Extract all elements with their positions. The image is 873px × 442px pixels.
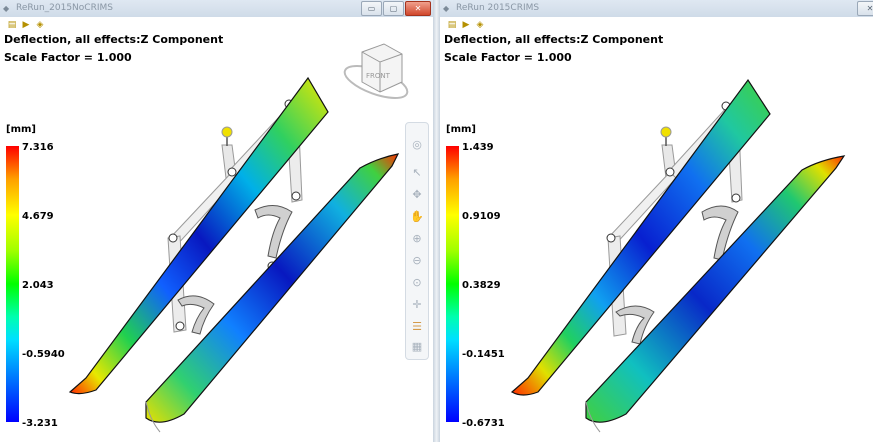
right-legend-q1: -0.1451 bbox=[462, 349, 505, 360]
load-pin-icon bbox=[221, 126, 233, 146]
left-legend-unit: [mm] bbox=[6, 124, 36, 135]
load-pin-icon bbox=[660, 126, 672, 146]
steering-wheel-icon[interactable]: ◎ bbox=[409, 137, 425, 153]
right-viewport-window[interactable]: ◆ ReRun 2015CRIMS ✕ ▤ ▶ ◈ Deflection, al… bbox=[440, 0, 873, 442]
view-manager-icon[interactable]: ▦ bbox=[409, 339, 425, 355]
left-viewport-window[interactable]: ◆ ReRun_2015NoCRIMS ▭ ▢ ✕ ▤ ▶ ◈ Deflecti… bbox=[0, 0, 433, 442]
right-legend-max: 1.439 bbox=[462, 142, 494, 153]
right-model-view[interactable] bbox=[440, 0, 873, 442]
view-cube-label: FRONT bbox=[366, 72, 391, 80]
pan-hand-icon[interactable]: ✋ bbox=[409, 209, 425, 225]
right-legend-unit: [mm] bbox=[446, 124, 476, 135]
look-at-icon[interactable]: ✛ bbox=[409, 297, 425, 313]
navigation-bar[interactable]: ◎ ↖ ✥ ✋ ⊕ ⊖ ⊙ ✛ ☰ ▦ bbox=[405, 122, 429, 360]
left-legend-max: 7.316 bbox=[22, 142, 54, 153]
zoom-icon[interactable]: ⊖ bbox=[409, 253, 425, 269]
left-legend-q1: -0.5940 bbox=[22, 349, 65, 360]
section-icon[interactable]: ☰ bbox=[409, 319, 425, 335]
zoom-all-icon[interactable]: ⊙ bbox=[409, 275, 425, 291]
right-legend-min: -0.6731 bbox=[462, 418, 505, 429]
window-splitter[interactable] bbox=[433, 0, 440, 442]
right-lower-blade bbox=[585, 155, 846, 423]
right-color-legend bbox=[446, 146, 459, 422]
right-legend-q3: 0.9109 bbox=[462, 211, 501, 222]
left-color-legend bbox=[6, 146, 19, 422]
right-legend-mid: 0.3829 bbox=[462, 280, 501, 291]
orbit-icon[interactable]: ✥ bbox=[409, 187, 425, 203]
left-legend-q3: 4.679 bbox=[22, 211, 54, 222]
select-arrow-icon[interactable]: ↖ bbox=[409, 165, 425, 181]
left-legend-min: -3.231 bbox=[22, 418, 58, 429]
left-legend-mid: 2.043 bbox=[22, 280, 54, 291]
view-cube[interactable]: FRONT bbox=[340, 38, 412, 108]
zoom-window-icon[interactable]: ⊕ bbox=[409, 231, 425, 247]
